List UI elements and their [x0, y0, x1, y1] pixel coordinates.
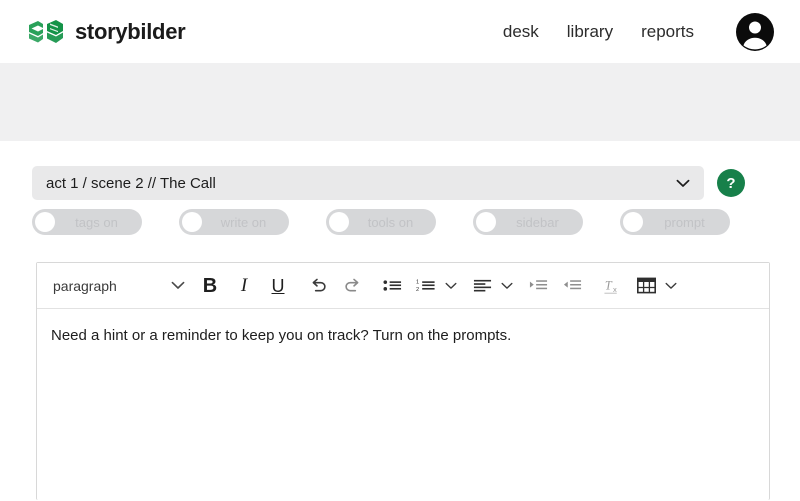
italic-label: I [240, 275, 248, 296]
block-format-select[interactable]: paragraph [45, 271, 193, 301]
redo-button[interactable] [337, 271, 367, 301]
toggle-label-tags: tags on [75, 214, 118, 230]
chevron-down-icon [676, 179, 690, 187]
toggle-prompt[interactable]: prompt [620, 209, 730, 235]
align-left-icon [473, 279, 491, 292]
bold-button[interactable]: B [195, 271, 225, 301]
feature-toggle-row: tags on write on tools on sidebar prompt [32, 208, 772, 236]
chevron-down-icon [665, 282, 677, 289]
scene-select[interactable]: act 1 / scene 2 // The Call [32, 166, 704, 200]
bullet-list-button[interactable] [377, 271, 407, 301]
toggle-label-prompt: prompt [664, 214, 705, 230]
indent-increase-icon [529, 280, 547, 290]
toggle-knob-icon [623, 212, 643, 232]
italic-button[interactable]: I [229, 271, 259, 301]
toggle-label-sidebar: sidebar [516, 214, 559, 230]
bullet-list-icon [382, 280, 401, 291]
toggle-knob-icon [182, 212, 202, 232]
clear-formatting-icon: T x [603, 278, 616, 294]
brand-logo[interactable]: storybilder [27, 18, 186, 45]
numbered-list-icon: 1 2 [416, 280, 435, 293]
indent-increase-button[interactable] [523, 271, 553, 301]
svg-text:T: T [604, 278, 612, 292]
toggle-knob-icon [329, 212, 349, 232]
nav-link-library[interactable]: library [567, 22, 613, 42]
brand-name: storybilder [75, 18, 186, 44]
editor-toolbar: paragraph B I U 1 2 T x [37, 263, 769, 309]
toggle-tools[interactable]: tools on [326, 209, 436, 235]
chevron-down-icon [171, 281, 185, 289]
table-icon [636, 277, 656, 294]
block-format-value: paragraph [53, 277, 117, 294]
books-logo-icon [29, 19, 63, 43]
scene-select-value: act 1 / scene 2 // The Call [46, 174, 216, 192]
align-left-button[interactable] [467, 271, 497, 301]
nav-link-reports[interactable]: reports [641, 22, 694, 42]
toggle-tags[interactable]: tags on [32, 209, 142, 235]
scene-control-row: act 1 / scene 2 // The Call ? [0, 166, 800, 200]
redo-arrow-icon [344, 278, 358, 292]
user-avatar-icon[interactable] [735, 12, 775, 52]
chevron-down-icon [501, 282, 513, 289]
undo-button[interactable] [303, 271, 333, 301]
toggle-label-tools: tools on [367, 214, 414, 230]
clear-formatting-button[interactable]: T x [597, 271, 627, 301]
header-banner-area [0, 63, 800, 141]
main-navigation: desk library reports [503, 12, 775, 52]
svg-text:2: 2 [416, 287, 419, 293]
bold-label: B [202, 274, 218, 297]
toggle-label-write: write on [220, 214, 267, 230]
numbered-list-button[interactable]: 1 2 [411, 271, 441, 301]
underline-label: U [271, 275, 285, 296]
svg-text:1: 1 [416, 280, 419, 286]
list-options-dropdown[interactable] [443, 271, 459, 301]
table-options-dropdown[interactable] [663, 271, 679, 301]
rich-text-editor: paragraph B I U 1 2 T x Need a hint or a… [36, 262, 770, 500]
chevron-down-icon [445, 282, 457, 289]
app-header: storybilder desk library reports [0, 0, 800, 63]
editor-paragraph: Need a hint or a reminder to keep you on… [51, 327, 512, 344]
toggle-sidebar[interactable]: sidebar [473, 209, 583, 235]
underline-button[interactable]: U [263, 271, 293, 301]
toggle-knob-icon [476, 212, 496, 232]
align-options-dropdown[interactable] [499, 271, 515, 301]
indent-decrease-button[interactable] [557, 271, 587, 301]
toggle-knob-icon [35, 212, 55, 232]
toggle-write[interactable]: write on [179, 209, 289, 235]
undo-arrow-icon [312, 278, 326, 292]
nav-link-desk[interactable]: desk [503, 22, 539, 42]
help-button[interactable]: ? [717, 169, 745, 197]
indent-decrease-icon [563, 280, 581, 290]
table-button[interactable] [631, 271, 661, 301]
editor-content-area[interactable]: Need a hint or a reminder to keep you on… [37, 309, 769, 501]
